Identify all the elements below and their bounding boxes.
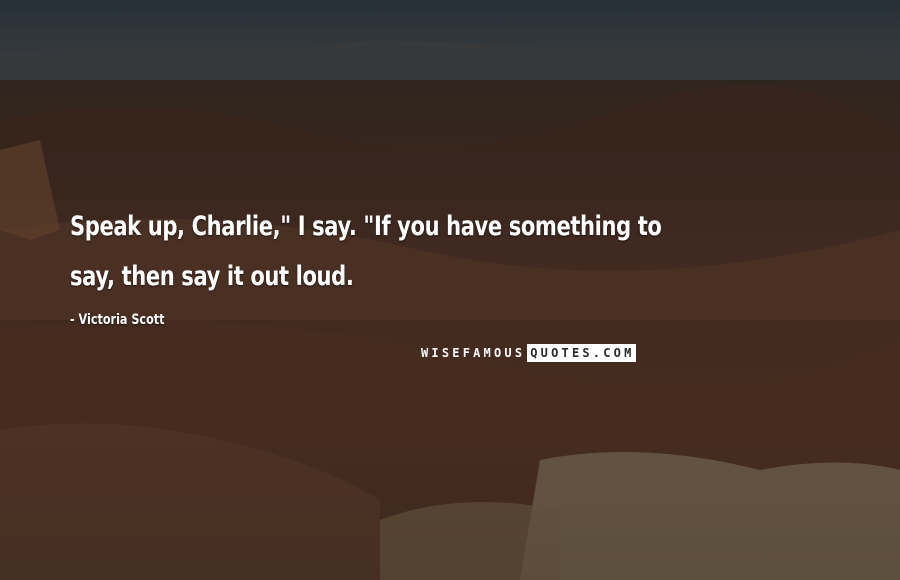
watermark-right: QUOTES.COM bbox=[527, 344, 636, 362]
site-watermark: WISEFAMOUS QUOTES.COM bbox=[420, 344, 636, 362]
quote-author: - Victoria Scott bbox=[70, 312, 165, 328]
watermark-left: WISEFAMOUS bbox=[421, 346, 526, 360]
quote-text: Speak up, Charlie," I say. "If you have … bbox=[70, 211, 662, 292]
